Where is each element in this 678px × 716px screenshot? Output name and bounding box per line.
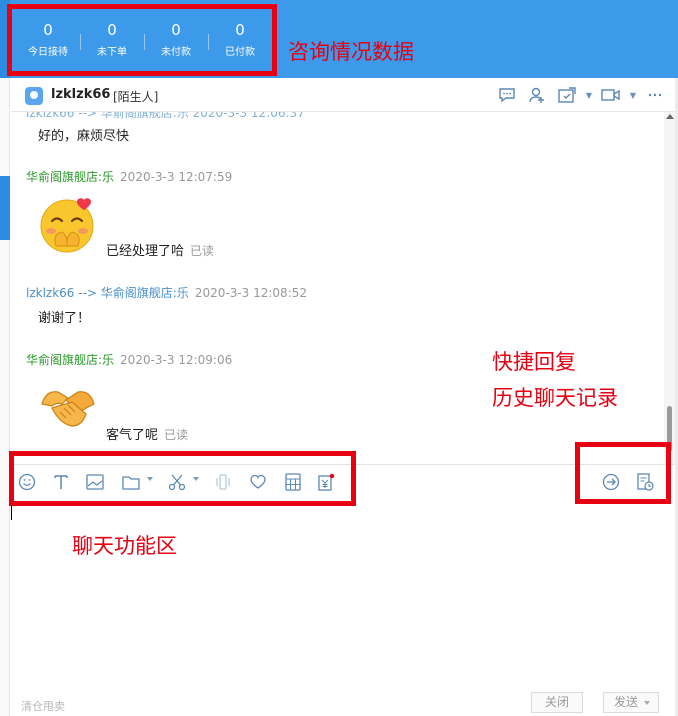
- chevron-down-icon[interactable]: ▼: [585, 84, 593, 106]
- background-window-edge: [0, 78, 10, 716]
- read-status: 已读: [164, 428, 189, 442]
- read-status: 已读: [190, 244, 215, 258]
- message-body: 已经处理了哈: [106, 244, 185, 259]
- avatar[interactable]: [25, 87, 43, 105]
- chat-history[interactable]: lzklzk66 --> 华俞阁旗舰店:乐 2020-3-3 12:06:37 …: [11, 112, 664, 464]
- message-header: lzklzk66 --> 华俞阁旗舰店:乐 2020-3-3 12:08:52: [26, 284, 307, 301]
- chevron-down-icon[interactable]: ▼: [629, 84, 637, 106]
- background-window-accent: [0, 176, 10, 240]
- message-time: 2020-3-3 12:07:59: [120, 170, 233, 184]
- chat-bubble-icon[interactable]: [495, 84, 519, 106]
- message-header: 华俞阁旗舰店:乐 2020-3-3 12:09:06: [26, 351, 232, 368]
- more-icon[interactable]: [643, 84, 667, 106]
- footer-bar: 清仓甩卖 关闭 发送: [11, 688, 675, 716]
- message-text: 已经处理了哈 已读: [106, 240, 214, 259]
- message-header: 华俞阁旗舰店:乐 2020-3-3 12:07:59: [26, 168, 232, 185]
- transfer-icon[interactable]: [555, 84, 579, 106]
- header-actions: ▼ ▼: [495, 84, 667, 106]
- message-text: 好的，麻烦尽快: [38, 129, 130, 144]
- video-icon[interactable]: [599, 84, 623, 106]
- message-sender: 华俞阁旗舰店:乐: [26, 353, 115, 367]
- send-button[interactable]: 发送: [603, 692, 659, 713]
- contact-tag: [陌生人]: [113, 90, 159, 104]
- handshake-emoji: [38, 376, 98, 436]
- add-person-icon[interactable]: [525, 84, 549, 106]
- message-text: 客气了呢 已读: [106, 424, 188, 443]
- annotation-history: 历史聊天记录: [492, 386, 618, 410]
- chat-window: 0 今日接待 0 未下单 0 未付款 0 已付款 lzklzk66 [陌生人]: [0, 0, 678, 716]
- shy-face-emoji: [38, 194, 98, 254]
- annotation-box-toolbar: [9, 451, 356, 506]
- annotation-quick-reply: 快捷回复: [492, 350, 576, 374]
- contact-header: lzklzk66 [陌生人] ▼ ▼: [11, 78, 675, 112]
- message-time: 2020-3-3 12:09:06: [120, 353, 233, 367]
- message-input[interactable]: [11, 498, 675, 680]
- chat-scrollbar[interactable]: [664, 112, 675, 464]
- annotation-chat-functions: 聊天功能区: [72, 534, 177, 558]
- message-body: 客气了呢: [106, 428, 159, 443]
- annotation-consult-data: 咨询情况数据: [288, 40, 414, 64]
- message-time: 2020-3-3 12:08:52: [194, 286, 308, 300]
- annotation-box-quick-actions: [575, 442, 671, 504]
- message-text: 谢谢了！: [38, 311, 91, 326]
- message-header-partial: lzklzk66 --> 华俞阁旗舰店:乐 2020-3-3 12:06:37: [26, 112, 305, 120]
- message-sender: 华俞阁旗舰店:乐: [26, 170, 115, 184]
- contact-name[interactable]: lzklzk66: [51, 87, 110, 102]
- message-sender: lzklzk66 --> 华俞阁旗舰店:乐: [26, 286, 189, 300]
- close-button[interactable]: 关闭: [531, 692, 583, 713]
- scroll-up-arrow-icon[interactable]: [666, 114, 674, 119]
- annotation-box-stats: [7, 4, 277, 76]
- footer-ad-text[interactable]: 清仓甩卖: [21, 698, 65, 714]
